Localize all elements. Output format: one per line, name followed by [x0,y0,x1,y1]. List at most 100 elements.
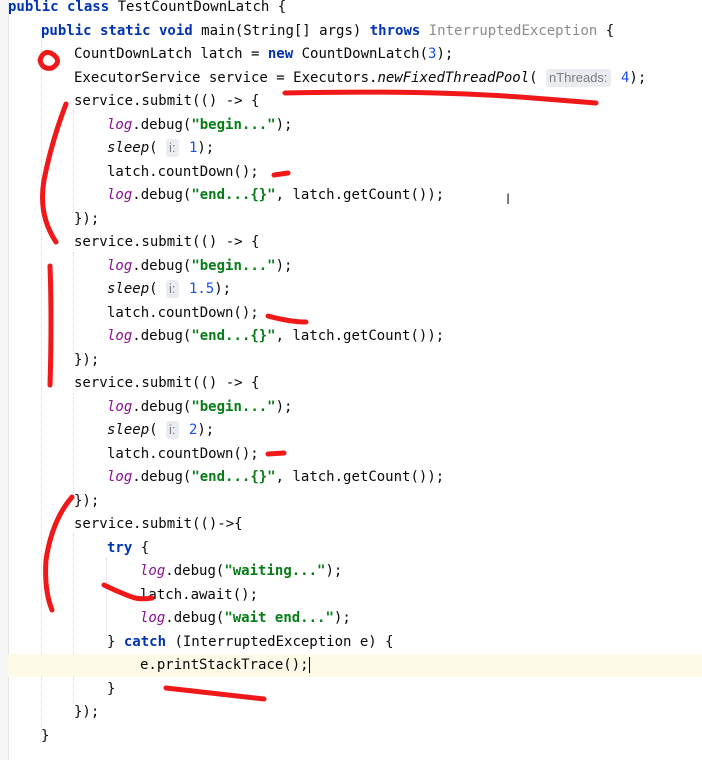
code-token: .debug( [132,328,192,344]
code-token: log [107,257,133,274]
code-token: (InterruptedException e) { [174,633,394,650]
parameter-hint: i: [166,139,179,157]
code-line[interactable]: latch.countDown(); [8,302,702,325]
code-token: CountDownLatch latch = [74,46,268,62]
code-token: }); [74,210,100,227]
code-line[interactable]: latch.await(); [8,584,702,607]
code-line[interactable]: log.debug("begin..."); [8,255,702,278]
code-line[interactable]: CountDownLatch latch = new CountDownLatc… [8,43,702,66]
code-token: 1 [180,140,198,156]
code-line[interactable]: service.submit(() -> { [8,231,702,254]
code-token: "begin..." [191,116,276,133]
code-token: .debug( [132,469,192,485]
code-token: latch.await(); [140,586,259,603]
code-line[interactable]: e.printStackTrace(); [8,654,702,677]
code-token: { [140,539,150,556]
code-token: ); [275,257,293,274]
code-line[interactable]: } [8,725,702,748]
code-line[interactable]: service.submit(() -> { [8,372,702,395]
code-line[interactable]: }); [8,701,702,724]
code-line[interactable]: service.submit(()->{ [8,513,702,536]
code-token: 1.5 [180,281,215,297]
code-token: ( [149,281,167,297]
code-token: throws [369,22,429,39]
parameter-hint: i: [166,421,179,439]
code-token: log [140,610,166,626]
code-line[interactable]: log.debug("end...{}", latch.getCount()); [8,466,702,489]
code-token: newFixedThreadPool [377,69,530,86]
code-token: ); [197,422,215,438]
code-line[interactable]: log.debug("end...{}", latch.getCount()); [8,325,702,348]
code-line[interactable]: }); [8,490,702,513]
code-token: try [107,539,141,556]
code-token: sleep [107,422,150,438]
code-line[interactable]: log.debug("waiting..."); [8,560,702,583]
code-token: public class [8,0,118,15]
code-token: "begin..." [191,398,276,415]
code-token: , latch.getCount()); [275,469,445,485]
code-token: "end...{}" [191,469,276,485]
code-line[interactable]: log.debug("end...{}", latch.getCount()); [8,184,702,207]
parameter-hint: nThreads: [546,68,611,87]
code-token: CountDownLatch( [301,46,429,62]
code-token: ); [629,69,647,86]
code-line[interactable]: } [8,678,702,701]
code-token: , latch.getCount()); [275,328,445,344]
code-token: service.submit(() -> { [74,375,260,391]
code-token: }); [74,492,100,509]
code-token: .debug( [165,610,225,626]
code-token: log [107,398,133,415]
code-token: "wait end..." [224,610,334,626]
code-token: "end...{}" [191,187,276,203]
code-token: { [597,22,615,39]
code-token: .debug( [132,116,192,133]
code-line[interactable]: }); [8,349,702,372]
code-line[interactable]: latch.countDown(); [8,443,702,466]
code-token: , latch.getCount()); [275,187,445,203]
code-token: 2 [180,422,198,438]
code-token: latch.countDown(); [107,304,259,321]
code-line[interactable]: service.submit(() -> { [8,90,702,113]
code-line[interactable]: sleep( i: 2); [8,419,702,442]
code-token: }); [74,351,100,368]
code-token: service.submit(()->{ [74,516,243,532]
code-token: "begin..." [191,257,276,274]
text-caret [308,657,310,673]
code-token: .debug( [165,563,225,579]
code-editor[interactable]: public class TestCountDownLatch {public … [0,0,702,760]
code-token: main(String[] args) [201,22,370,39]
code-token: ( [149,140,167,156]
code-line[interactable]: log.debug("begin..."); [8,396,702,419]
text-ibeam-icon: I [506,192,511,208]
code-token: .debug( [132,398,192,415]
code-token: } [41,727,50,744]
code-line[interactable]: public class TestCountDownLatch { [8,0,698,19]
code-line[interactable]: } catch (InterruptedException e) { [8,631,702,654]
code-line[interactable]: }); [8,208,702,231]
code-token: public static void [41,22,202,39]
code-token: InterruptedException [428,22,598,39]
code-token: ExecutorService service = Executors. [74,69,378,86]
code-token: ); [214,281,232,297]
code-line[interactable]: log.debug("wait end..."); [8,607,702,630]
code-token: log [107,469,133,485]
code-token: ); [275,398,293,415]
code-token: ( [529,69,547,86]
code-line[interactable]: try { [8,537,702,560]
code-line[interactable]: sleep( i: 1.5); [8,278,702,301]
code-token: sleep [107,281,150,297]
code-token: } [107,633,124,650]
code-token: service.submit(() -> { [74,93,260,109]
code-token: "end...{}" [191,328,276,344]
code-line[interactable]: latch.countDown(); [8,161,702,184]
code-line[interactable]: log.debug("begin..."); [8,114,702,137]
code-token: ( [149,422,167,438]
code-line[interactable]: ExecutorService service = Executors.newF… [8,67,702,90]
code-line[interactable]: sleep( i: 1); [8,137,702,160]
code-token: sleep [107,140,150,156]
code-token: TestCountDownLatch { [117,0,287,15]
code-token: log [140,563,166,579]
code-line[interactable]: public static void main(String[] args) t… [8,20,702,43]
code-token: }); [74,704,100,720]
code-token: ); [436,46,454,62]
